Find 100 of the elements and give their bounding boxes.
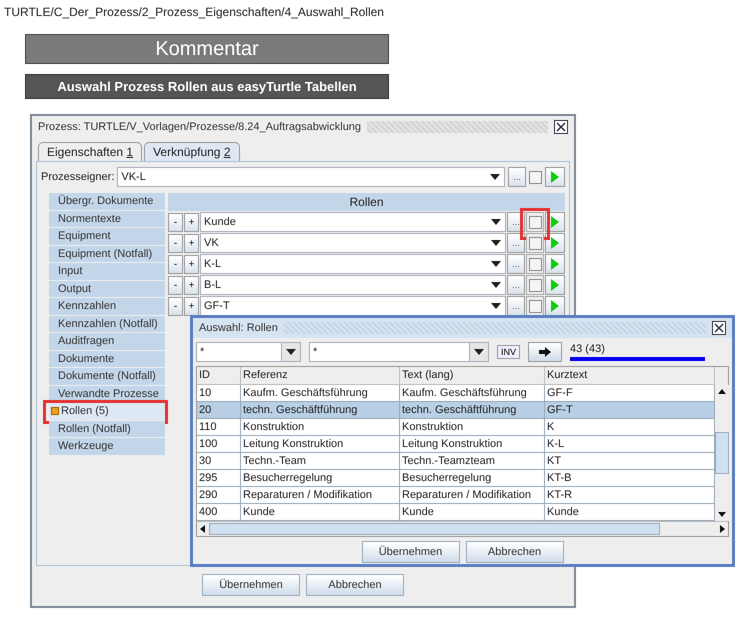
sidebar-item[interactable]: Übergr. Dokumente [49,193,165,210]
sidebar-item[interactable]: Equipment (Notfall) [49,246,165,262]
sidebar-item[interactable]: Kennzahlen (Notfall) [49,316,165,332]
sidebar-item[interactable]: Normentexte [49,210,165,227]
count-label: 43 (43) [570,343,606,355]
dialog-button[interactable]: Übernehmen [202,574,300,596]
comment-banner: Kommentar [25,34,389,64]
caret-icon [491,282,501,288]
browse-button[interactable]: ... [507,275,525,295]
role-dropdown[interactable]: Kunde [200,212,506,232]
checkbox[interactable] [528,236,542,250]
checkbox[interactable] [528,216,542,228]
browse-button[interactable]: ... [507,296,525,316]
arrow-icon [539,347,552,357]
tab[interactable]: Verknüpfung 2 [144,142,240,161]
dialog-button[interactable]: Übernehmen [362,541,460,563]
remove-button[interactable]: - [168,234,183,252]
close-icon[interactable] [554,120,568,134]
checkbox[interactable] [528,300,542,312]
window-title: Prozess: TURTLE/V_Vorlagen/Prozesse/8.24_Auftragsabwicklung [38,121,362,133]
scroll-up-icon[interactable] [718,389,726,394]
table-row[interactable]: 110 Konstruktion Konstruktion K [197,419,715,436]
add-button[interactable]: + [184,234,199,252]
table-cell: 20 [199,404,212,416]
dialog-button[interactable]: Abbrechen [466,541,564,563]
add-button[interactable]: + [184,296,199,316]
browse-button[interactable]: ... [507,254,525,274]
remove-button[interactable]: - [168,276,183,294]
table-cell: Kunde [243,506,275,518]
table-cell: 400 [199,506,218,518]
dialog-button[interactable]: Abbrechen [306,574,404,596]
table-row[interactable]: 400 Kunde Kunde Kunde [197,504,715,521]
table-cell: 290 [199,489,218,501]
sidebar-item[interactable]: Output [49,280,165,297]
sidebar-item[interactable]: Dokumente (Notfall) [49,368,165,384]
table-cell: Besucherregelung [402,472,492,484]
scroll-left-icon[interactable] [200,525,205,533]
tab[interactable]: Eigenschaften 1 [38,142,142,161]
sidebar-item[interactable]: Werkzeuge [49,438,165,454]
owner-dropdown[interactable]: VK-L [117,167,505,187]
role-dropdown[interactable]: VK [200,233,506,253]
remove-button[interactable]: - [168,212,183,232]
sidebar-item[interactable]: Equipment [49,228,165,244]
close-icon[interactable] [712,321,726,335]
role-dropdown[interactable]: B-L [200,275,506,295]
breadcrumb-path: TURTLE/C_Der_Prozess/2_Prozess_Eigenschaften/4_Auswahl_Rollen [4,5,384,19]
caret-icon [474,349,484,355]
caret-icon [491,303,501,309]
play-button[interactable] [545,275,565,295]
table-row[interactable]: 100 Leitung Konstruktion Leitung Konstruktion K-L [197,436,715,453]
table-row[interactable]: 20 techn. Geschäftführung techn. Geschäftführung GF-T [197,402,715,419]
role-dropdown[interactable]: K-L [200,254,506,274]
scroll-down-icon[interactable] [718,512,726,517]
table-row[interactable]: 295 Besucherregelung Besucherregelung KT-B [197,470,715,487]
checkbox[interactable] [528,258,542,270]
table-row[interactable]: 10 Kaufm. Geschäftsführung Kaufm. Geschäftsführung GF-F [197,385,715,402]
vertical-scrollbar[interactable] [715,385,729,521]
filter-dropdown[interactable]: * [309,342,489,362]
role-dropdown[interactable]: GF-T [200,296,506,316]
table-cell: Techn.-Teamzteam [402,455,495,467]
table-cell: 30 [199,455,212,467]
play-button[interactable] [545,167,565,187]
invert-button[interactable]: INV [497,345,520,359]
play-icon [551,237,559,249]
table-cell: techn. Geschäftführung [243,404,358,416]
bullet-icon [51,407,59,416]
title-bar-grip[interactable] [367,121,548,133]
sidebar-item[interactable]: Dokumente [49,350,165,367]
table-cell: KT [547,455,562,467]
checkbox[interactable] [528,278,542,292]
sidebar-item[interactable]: Input [49,263,165,280]
sidebar-item[interactable]: Auditfragen [49,333,165,350]
table-cell: Reparaturen / Modifikation [402,489,532,501]
remove-button[interactable]: - [168,296,183,316]
play-button[interactable] [545,254,565,274]
caret-icon [491,261,501,267]
table-cell: Techn.-Team [243,455,306,467]
add-button[interactable]: + [184,212,199,232]
table-row[interactable]: 30 Techn.-Team Techn.-Teamzteam KT [197,453,715,470]
table-cell: Reparaturen / Modifikation [243,489,372,501]
browse-button[interactable]: ... [508,167,526,187]
sidebar-item[interactable]: Rollen (Notfall) [49,420,165,437]
scroll-right-icon[interactable] [720,525,725,533]
dialog-title: Auswahl: Rollen [199,322,278,334]
table-row[interactable]: 290 Reparaturen / Modifikation Reparaturen / Modifikation KT-R [197,487,715,504]
play-button[interactable] [545,296,565,316]
horizontal-scrollbar[interactable] [197,521,728,536]
table-cell: techn. Geschäftführung [402,404,516,416]
table-cell: GF-F [547,387,573,399]
remove-button[interactable]: - [168,254,183,274]
add-button[interactable]: + [184,276,199,294]
apply-button[interactable] [528,342,562,362]
table-cell: 10 [199,387,212,399]
browse-button[interactable]: ... [507,233,525,253]
add-button[interactable]: + [184,254,199,274]
checkbox[interactable] [529,170,542,184]
filter-dropdown[interactable]: * [196,342,301,362]
play-button[interactable] [545,233,565,253]
sidebar-item[interactable]: Kennzahlen [49,298,165,314]
table-cell: Konstruktion [243,421,304,433]
